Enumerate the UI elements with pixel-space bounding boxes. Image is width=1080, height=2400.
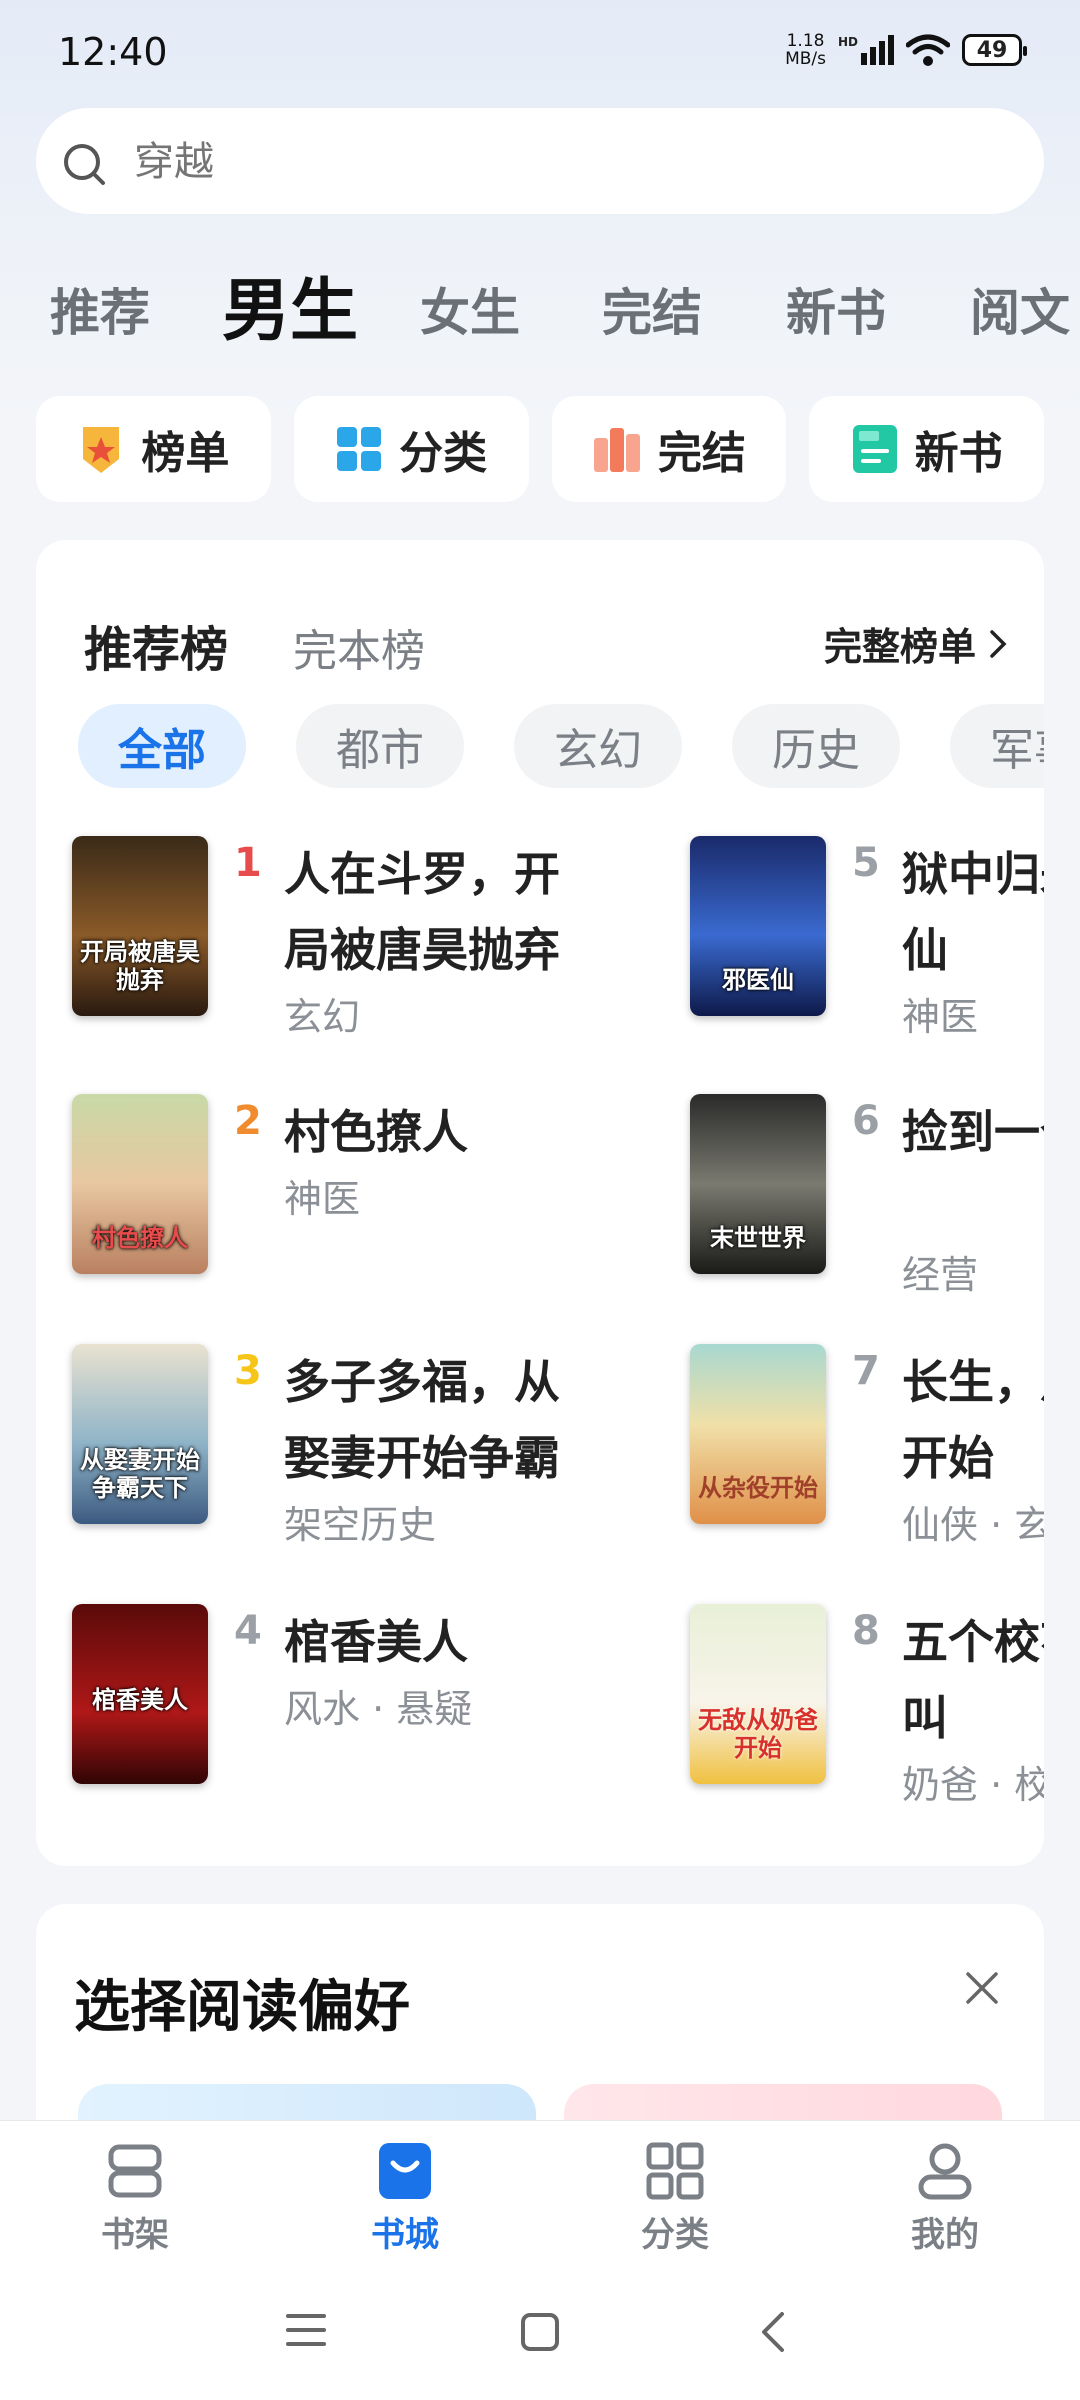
shortcut-new[interactable]: 新书 — [809, 396, 1044, 502]
rank-number: 6 — [852, 1098, 880, 1144]
search-icon — [64, 144, 105, 185]
tab-male[interactable]: 男生 — [222, 255, 358, 345]
book-genre: 神医 — [902, 995, 979, 1039]
book-item[interactable]: 村色撩人 2 村色撩人 神医 — [72, 1094, 632, 1284]
shortcut-category[interactable]: 分类 — [293, 396, 529, 502]
back-icon[interactable] — [754, 2310, 794, 2354]
filter-history[interactable]: 历史 — [732, 704, 900, 788]
book-item[interactable]: 邪医仙 5 狱中归来，医仙 神医 — [690, 836, 1044, 1039]
book-cover: 开局被唐昊抛弃 — [72, 836, 208, 1016]
book-genre: 风水 · 悬疑 — [284, 1687, 473, 1731]
ranking-title[interactable]: 推荐榜 — [84, 610, 228, 680]
channel-tabs: 推荐 男生 女生 完结 新书 阅文 — [0, 255, 1080, 345]
book-genre: 架空历史 — [284, 1503, 437, 1547]
new-badge-icon — [852, 425, 897, 473]
tab-yuewen[interactable]: 阅文 — [970, 273, 1070, 345]
book-cover: 村色撩人 — [72, 1094, 208, 1274]
grid-icon — [337, 427, 382, 471]
network-speed: 1.18 MB/s — [785, 31, 826, 69]
filter-all[interactable]: 全部 — [78, 704, 246, 788]
full-ranking-link[interactable]: 完整榜单 — [824, 616, 1008, 671]
book-item[interactable]: 开局被唐昊抛弃 1 人在斗罗，开局被唐昊抛弃 玄幻 — [72, 836, 632, 1039]
nav-bookshelf[interactable]: 书架 — [35, 2141, 235, 2271]
book-item[interactable]: 末世世界 6 捡到一个世界 经营 — [690, 1094, 1044, 1297]
book-cover: 棺香美人 — [72, 1604, 208, 1784]
signal-icon: HD — [838, 35, 894, 65]
book-genre: 经营 — [902, 1253, 979, 1297]
book-cover: 邪医仙 — [690, 836, 826, 1016]
tab-recommend[interactable]: 推荐 — [50, 273, 150, 345]
shortcut-finished[interactable]: 完结 — [551, 396, 787, 502]
preference-title: 选择阅读偏好 — [74, 1975, 410, 2040]
medal-icon — [83, 427, 120, 473]
nav-category[interactable]: 分类 — [575, 2141, 775, 2271]
profile-icon — [918, 2143, 972, 2200]
chevron-right-icon — [990, 629, 1007, 658]
search-bar[interactable] — [36, 108, 1044, 214]
status-time: 12:40 — [58, 30, 168, 74]
book-title: 村色撩人 — [284, 1105, 468, 1159]
book-title: 捡到一个世界 — [902, 1105, 1044, 1159]
rank-number: 4 — [234, 1608, 262, 1654]
book-cover: 无敌从奶爸开始 — [690, 1604, 826, 1784]
book-title: 棺香美人 — [284, 1615, 468, 1669]
rank-number: 7 — [852, 1348, 880, 1394]
book-genre: 奶爸 · 校园 — [902, 1763, 1044, 1807]
bookshelf-icon — [108, 2144, 162, 2198]
rank-number: 8 — [852, 1608, 880, 1654]
genre-filters: 全部 都市 玄幻 历史 军事 — [78, 704, 1044, 788]
menu-icon[interactable] — [284, 2310, 328, 2350]
ranking-alt-title[interactable]: 完本榜 — [293, 615, 425, 679]
status-bar: 12:40 1.18 MB/s HD 49 — [0, 0, 1080, 100]
shortcut-ranking[interactable]: 榜单 — [36, 396, 271, 502]
books-icon — [593, 428, 640, 472]
search-input[interactable] — [132, 130, 1016, 194]
book-cover: 末世世界 — [690, 1094, 826, 1274]
filter-fantasy[interactable]: 玄幻 — [514, 704, 682, 788]
nav-profile[interactable]: 我的 — [845, 2141, 1045, 2271]
book-genre: 玄幻 — [284, 995, 361, 1039]
book-title: 长生，从杂役开始 — [902, 1355, 1044, 1485]
wifi-icon — [906, 34, 950, 66]
filter-city[interactable]: 都市 — [296, 704, 464, 788]
book-item[interactable]: 从娶妻开始争霸天下 3 多子多福，从娶妻开始争霸 架空历史 — [72, 1344, 632, 1547]
tab-new[interactable]: 新书 — [786, 273, 886, 345]
book-title: 人在斗罗，开局被唐昊抛弃 — [284, 847, 560, 977]
rank-number: 5 — [852, 840, 880, 886]
grid-icon — [646, 2142, 704, 2200]
book-genre: 仙侠 · 玄幻 — [902, 1503, 1044, 1547]
book-cover: 从娶妻开始争霸天下 — [72, 1344, 208, 1524]
nav-bookstore[interactable]: 书城 — [305, 2141, 505, 2271]
home-icon[interactable] — [518, 2310, 562, 2354]
book-item[interactable]: 从杂役开始 7 长生，从杂役开始 仙侠 · 玄幻 — [690, 1344, 1044, 1547]
shortcut-row: 榜单 分类 完结 新书 — [36, 396, 1044, 502]
book-cover: 从杂役开始 — [690, 1344, 826, 1524]
tab-female[interactable]: 女生 — [420, 273, 520, 345]
filter-military[interactable]: 军事 — [950, 704, 1044, 788]
book-item[interactable]: 棺香美人 4 棺香美人 风水 · 悬疑 — [72, 1604, 632, 1794]
tab-finished[interactable]: 完结 — [602, 273, 702, 345]
system-navigation-bar — [0, 2280, 1080, 2400]
rank-number: 1 — [234, 840, 262, 886]
book-title: 狱中归来，医仙 — [902, 847, 1044, 977]
close-icon[interactable] — [964, 1970, 1000, 2006]
book-item[interactable]: 无敌从奶爸开始 8 五个校花堵门叫 奶爸 · 校园 — [690, 1604, 1044, 1807]
bottom-navigation: 书架 书城 分类 我的 — [0, 2120, 1080, 2281]
book-title: 多子多福，从娶妻开始争霸 — [284, 1355, 560, 1485]
book-genre: 神医 — [284, 1177, 361, 1221]
ranking-card: 推荐榜 完本榜 完整榜单 全部 都市 玄幻 历史 军事 开局被唐昊抛弃 1 人在… — [36, 540, 1044, 1866]
rank-number: 2 — [234, 1098, 262, 1144]
shopping-bag-icon — [379, 2143, 431, 2199]
rank-number: 3 — [234, 1348, 262, 1394]
battery-icon: 49 — [962, 34, 1027, 66]
book-title: 五个校花堵门叫 — [902, 1615, 1044, 1745]
